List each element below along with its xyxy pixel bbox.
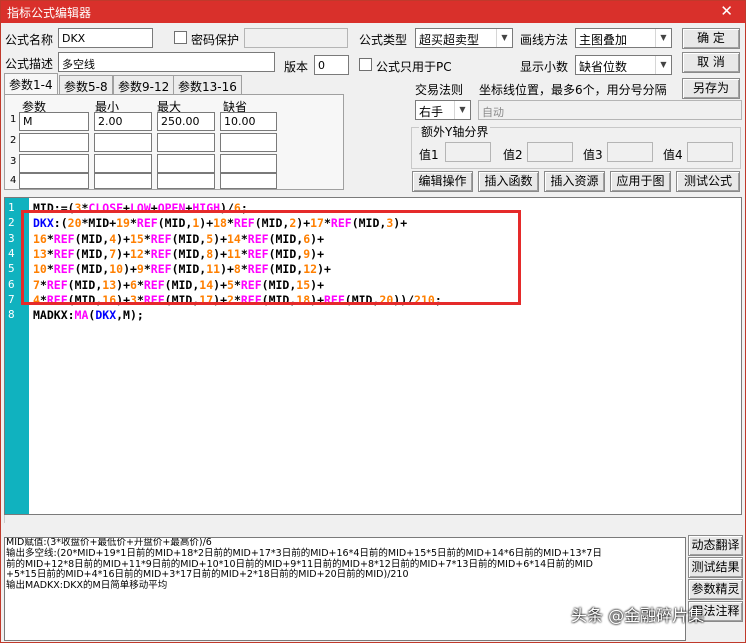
chevron-down-icon: ▼ xyxy=(655,56,671,74)
param-default-input[interactable]: 10.00 xyxy=(220,112,277,131)
version-input[interactable]: 0 xyxy=(314,55,349,75)
pc-only-checkbox[interactable] xyxy=(359,58,372,71)
param-min-input[interactable] xyxy=(94,154,152,173)
axis-lines-input[interactable]: 自动 xyxy=(478,100,742,120)
tab-params-9-12[interactable]: 参数9-12 xyxy=(113,75,175,94)
value4-label: 值4 xyxy=(663,148,683,162)
code-token: MADKX: xyxy=(33,308,75,323)
value3-input[interactable] xyxy=(607,142,653,162)
draw-method-select[interactable]: 主图叠加 ▼ xyxy=(575,28,672,48)
close-icon[interactable]: ✕ xyxy=(720,2,733,20)
param-min-input[interactable]: 2.00 xyxy=(94,112,152,131)
chevron-down-icon: ▼ xyxy=(454,101,470,119)
line-number: 2 xyxy=(8,216,15,230)
description-label: 公式描述 xyxy=(5,57,54,71)
param-min-input[interactable] xyxy=(94,133,152,152)
draw-method-value: 主图叠加 xyxy=(579,33,628,47)
insert-function-button[interactable]: 插入函数 xyxy=(478,171,539,192)
password-checkbox[interactable] xyxy=(174,31,187,44)
name-input[interactable]: DKX xyxy=(58,28,153,48)
extra-y-axis-label: 额外Y轴分界 xyxy=(419,123,491,140)
formula-type-select[interactable]: 超买超卖型 ▼ xyxy=(415,28,513,48)
code-token: MA xyxy=(74,308,89,323)
line-number: 8 xyxy=(8,308,15,322)
param-default-input[interactable] xyxy=(220,173,277,189)
code-token: ,M); xyxy=(116,308,144,323)
editor-resize-strip[interactable] xyxy=(4,515,688,523)
window-title: 指标公式编辑器 xyxy=(7,6,92,20)
formula-type-value: 超买超卖型 xyxy=(419,33,480,47)
param-row-index: 3 xyxy=(10,156,17,167)
description-input[interactable]: 多空线 xyxy=(58,52,275,72)
title-bar: 指标公式编辑器 ✕ xyxy=(1,1,745,23)
param-name-input[interactable]: M xyxy=(19,112,89,131)
name-label: 公式名称 xyxy=(5,33,54,47)
value1-label: 值1 xyxy=(419,148,439,162)
line-number: 1 xyxy=(8,201,15,214)
draw-method-label: 画线方法 xyxy=(520,33,569,47)
ok-button[interactable]: 确 定 xyxy=(682,28,740,49)
cancel-button[interactable]: 取 消 xyxy=(682,52,740,73)
code-line: MADKX:MA(DKX,M); xyxy=(33,308,144,322)
password-input[interactable] xyxy=(244,28,348,48)
insert-resource-button[interactable]: 插入资源 xyxy=(544,171,605,192)
value2-input[interactable] xyxy=(527,142,573,162)
tab-params-5-8[interactable]: 参数5-8 xyxy=(59,75,113,94)
code-editor[interactable]: 12345678 MID:=(3*CLOSE+LOW+OPEN+HIGH)/6;… xyxy=(4,197,742,515)
tab-params-1-4[interactable]: 参数1-4 xyxy=(4,73,58,95)
param-max-input[interactable] xyxy=(157,154,215,173)
param-wizard-button[interactable]: 参数精灵 xyxy=(688,579,743,600)
trade-rule-select[interactable]: 右手 ▼ xyxy=(415,100,471,120)
param-max-input[interactable]: 250.00 xyxy=(157,112,215,131)
trade-rule-value: 右手 xyxy=(419,105,444,119)
param-default-input[interactable] xyxy=(220,133,277,152)
param-name-input[interactable] xyxy=(19,173,89,189)
test-formula-button[interactable]: 测试公式 xyxy=(676,171,740,192)
param-name-input[interactable] xyxy=(19,133,89,152)
value2-label: 值2 xyxy=(503,148,523,162)
version-label: 版本 xyxy=(284,60,309,74)
apply-to-chart-button[interactable]: 应用于图 xyxy=(610,171,671,192)
line-number: 6 xyxy=(8,277,15,291)
decimals-value: 缺省位数 xyxy=(579,60,628,74)
value3-label: 值3 xyxy=(583,148,603,162)
dynamic-translate-button[interactable]: 动态翻译 xyxy=(688,535,743,556)
tab-params-13-16[interactable]: 参数13-16 xyxy=(173,75,242,94)
formula-editor-window: 指标公式编辑器 ✕ 公式名称 DKX 密码保护 公式类型 超买超卖型 ▼ 画线方法… xyxy=(0,0,746,643)
decimals-select[interactable]: 缺省位数 ▼ xyxy=(575,55,672,75)
param-default-input[interactable] xyxy=(220,154,277,173)
value4-input[interactable] xyxy=(687,142,733,162)
description-line: 输出多空线:(20*MID+19*1日前的MID+18*2日前的MID+17*3… xyxy=(6,547,602,559)
description-line: 输出MADKX:DKX的M日简单移动平均 xyxy=(6,580,168,592)
axis-hint-label: 坐标线位置，最多6个，用分号分隔 xyxy=(479,83,667,97)
chevron-down-icon: ▼ xyxy=(655,29,671,47)
value1-input[interactable] xyxy=(445,142,491,162)
line-number: 5 xyxy=(8,262,15,276)
highlight-box xyxy=(21,210,521,305)
trade-rule-label: 交易法则 xyxy=(415,83,464,97)
pc-only-label: 公式只用于PC xyxy=(376,60,452,74)
line-number: 7 xyxy=(8,292,15,306)
edit-operation-button[interactable]: 编辑操作 xyxy=(412,171,473,192)
save-as-button[interactable]: 另存为 xyxy=(682,78,740,99)
chevron-down-icon: ▼ xyxy=(496,29,512,47)
code-token: DKX xyxy=(95,308,117,323)
param-min-input[interactable] xyxy=(94,173,152,189)
params-panel: 参数 最小 最大 缺省 1 M 2.00 250.00 10.00 2 3 4 xyxy=(4,94,344,190)
watermark: 头条 @金融碎片集 xyxy=(571,606,705,625)
test-result-button[interactable]: 测试结果 xyxy=(688,557,743,578)
param-row-index: 2 xyxy=(10,135,17,146)
line-number: 3 xyxy=(8,231,15,245)
param-row-index: 4 xyxy=(10,175,17,186)
param-name-input[interactable] xyxy=(19,154,89,173)
line-number: 4 xyxy=(8,246,15,260)
formula-type-label: 公式类型 xyxy=(359,33,408,47)
password-label: 密码保护 xyxy=(191,33,240,47)
param-row-index: 1 xyxy=(10,114,17,125)
decimals-label: 显示小数 xyxy=(520,60,569,74)
param-max-input[interactable] xyxy=(157,133,215,152)
param-max-input[interactable] xyxy=(157,173,215,189)
